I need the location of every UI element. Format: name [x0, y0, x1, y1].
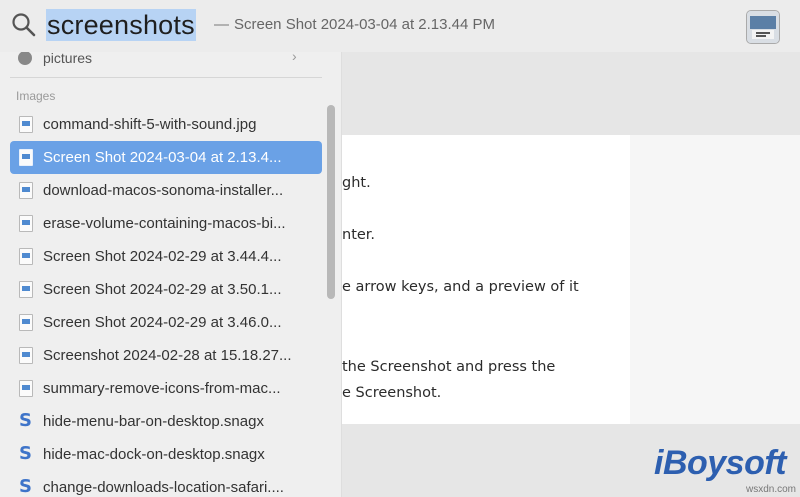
result-label: Screen Shot 2024-03-04 at 2.13.4... [43, 149, 282, 166]
preview-text-line: the Screenshot and press the [342, 359, 556, 375]
result-list: command-shift-5-with-sound.jpg Screen Sh… [0, 108, 330, 497]
category-label: pictures [43, 52, 93, 66]
result-item[interactable]: Screen Shot 2024-02-29 at 3.50.1... [10, 273, 322, 306]
result-item[interactable]: S hide-mac-dock-on-desktop.snagx [10, 438, 322, 471]
preview-pane: ght. nter. e arrow keys, and a preview o… [342, 52, 800, 497]
results-sidebar: pictures › Images command-shift-5-with-s… [0, 52, 342, 497]
result-item[interactable]: summary-remove-icons-from-mac... [10, 372, 322, 405]
result-label: Screen Shot 2024-02-29 at 3.44.4... [43, 248, 282, 265]
pictures-icon [18, 52, 32, 65]
snagit-file-icon: S [19, 443, 32, 464]
result-item-selected[interactable]: Screen Shot 2024-03-04 at 2.13.4... [10, 141, 322, 174]
preview-text-line: ght. [342, 175, 371, 191]
preview-margin [630, 135, 800, 424]
result-item[interactable]: Screen Shot 2024-02-29 at 3.44.4... [10, 240, 322, 273]
image-file-icon [19, 380, 33, 397]
preview-text-line: e arrow keys, and a preview of it [342, 279, 579, 295]
image-file-icon [19, 215, 33, 232]
search-icon [11, 12, 37, 38]
sidebar-scrollbar[interactable] [327, 105, 335, 299]
image-file-icon [19, 314, 33, 331]
image-file-icon [19, 116, 33, 133]
preview-app-icon [746, 10, 780, 44]
result-label: erase-volume-containing-macos-bi... [43, 215, 286, 232]
result-label: Screen Shot 2024-02-29 at 3.46.0... [43, 314, 282, 331]
image-file-icon [19, 281, 33, 298]
result-item[interactable]: Screenshot 2024-02-28 at 15.18.27... [10, 339, 322, 372]
result-label: summary-remove-icons-from-mac... [43, 380, 281, 397]
brand-watermark: iBoysoft [654, 444, 787, 482]
top-hit-subtitle: Screen Shot 2024-03-04 at 2.13.44 PM [234, 16, 496, 33]
subtitle-separator: — [214, 16, 229, 33]
category-row-pictures[interactable]: pictures › [0, 52, 341, 70]
result-item[interactable]: S hide-menu-bar-on-desktop.snagx [10, 405, 322, 438]
snagit-file-icon: S [19, 410, 32, 431]
result-item[interactable]: Screen Shot 2024-02-29 at 3.46.0... [10, 306, 322, 339]
result-label: download-macos-sonoma-installer... [43, 182, 284, 199]
image-file-icon [19, 248, 33, 265]
image-file-icon [19, 182, 33, 199]
result-label: hide-menu-bar-on-desktop.snagx [43, 413, 264, 430]
snagit-file-icon: S [19, 476, 32, 497]
site-watermark: wsxdn.com [745, 484, 796, 495]
spotlight-search-bar: screenshots — Screen Shot 2024-03-04 at … [0, 0, 800, 53]
result-label: hide-mac-dock-on-desktop.snagx [43, 446, 265, 463]
preview-text-line: e Screenshot. [342, 385, 442, 401]
result-label: change-downloads-location-safari.... [43, 479, 284, 496]
result-label: command-shift-5-with-sound.jpg [43, 116, 257, 133]
search-input[interactable]: screenshots [46, 9, 196, 41]
result-item[interactable]: command-shift-5-with-sound.jpg [10, 108, 322, 141]
result-label: Screenshot 2024-02-28 at 15.18.27... [43, 347, 292, 364]
result-item[interactable]: erase-volume-containing-macos-bi... [10, 207, 322, 240]
preview-document: ght. nter. e arrow keys, and a preview o… [342, 135, 630, 424]
image-file-icon [19, 347, 33, 364]
chevron-right-icon: › [292, 52, 297, 64]
result-label: Screen Shot 2024-02-29 at 3.50.1... [43, 281, 282, 298]
image-file-icon [19, 149, 33, 166]
preview-text-line: nter. [342, 227, 376, 243]
result-item[interactable]: S change-downloads-location-safari.... [10, 471, 322, 497]
section-divider [10, 77, 322, 78]
result-item[interactable]: download-macos-sonoma-installer... [10, 174, 322, 207]
section-header-images: Images [16, 89, 56, 103]
